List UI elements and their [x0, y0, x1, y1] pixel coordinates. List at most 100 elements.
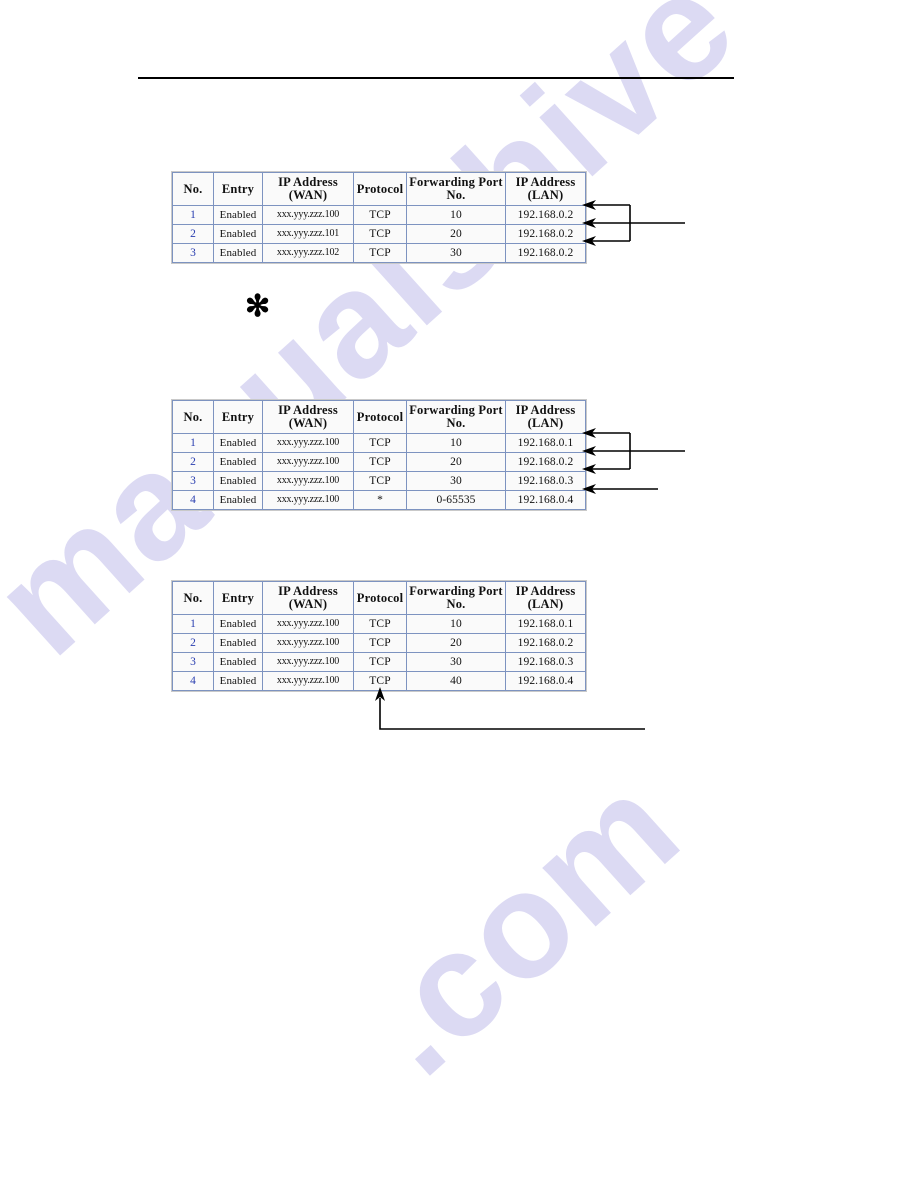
table-row: 2 Enabled xxx.yyy.zzz.100 TCP 20 192.168…: [172, 633, 586, 653]
cell-protocol: TCP: [353, 243, 407, 263]
cell-port: 20: [406, 224, 506, 244]
column-header-protocol: Protocol: [353, 400, 407, 434]
cell-ip-lan: 192.168.0.1: [505, 614, 586, 634]
cell-entry: Enabled: [213, 652, 263, 672]
column-header-protocol: Protocol: [353, 581, 407, 615]
cell-port: 30: [406, 471, 506, 491]
column-header-entry: Entry: [213, 172, 263, 206]
cell-protocol: TCP: [353, 471, 407, 491]
column-header-ip-wan-line2: (WAN): [288, 597, 328, 611]
cell-ip-wan: xxx.yyy.zzz.102: [262, 243, 354, 263]
cell-ip-lan: 192.168.0.2: [505, 205, 586, 225]
annotation-bracket-table-2: [582, 428, 685, 494]
cell-port: 40: [406, 671, 506, 691]
column-header-forwarding-port-line2: No.: [446, 416, 466, 430]
cell-ip-wan: xxx.yyy.zzz.100: [262, 433, 354, 453]
port-forwarding-table-2: No. Entry IP Address (WAN) Protocol Forw…: [172, 400, 586, 510]
annotation-bracket-table-1: [582, 200, 685, 246]
table-row: 4 Enabled xxx.yyy.zzz.100 * 0-65535 192.…: [172, 490, 586, 510]
cell-no: 3: [172, 471, 214, 491]
cell-protocol: TCP: [353, 433, 407, 453]
cell-ip-wan: xxx.yyy.zzz.100: [262, 490, 354, 510]
cell-ip-lan: 192.168.0.4: [505, 490, 586, 510]
cell-protocol: TCP: [353, 224, 407, 244]
cell-protocol: TCP: [353, 205, 407, 225]
table-row: 3 Enabled xxx.yyy.zzz.102 TCP 30 192.168…: [172, 243, 586, 263]
column-header-no: No.: [172, 581, 214, 615]
cell-ip-lan: 192.168.0.2: [505, 633, 586, 653]
column-header-ip-wan-line1: IP Address: [278, 584, 338, 598]
cell-no: 2: [172, 224, 214, 244]
cell-no: 3: [172, 243, 214, 263]
cell-no: 1: [172, 205, 214, 225]
column-header-forwarding-port-line2: No.: [446, 597, 466, 611]
cell-ip-lan: 192.168.0.3: [505, 652, 586, 672]
cell-ip-wan: xxx.yyy.zzz.100: [262, 671, 354, 691]
table-row: 4 Enabled xxx.yyy.zzz.100 TCP 40 192.168…: [172, 671, 586, 691]
column-header-forwarding-port: Forwarding Port No.: [406, 400, 506, 434]
port-forwarding-table-1: No. Entry IP Address (WAN) Protocol Forw…: [172, 172, 586, 263]
cell-no: 3: [172, 652, 214, 672]
column-header-ip-lan-line1: IP Address: [515, 403, 576, 417]
cell-ip-wan: xxx.yyy.zzz.100: [262, 614, 354, 634]
cell-port: 20: [406, 452, 506, 472]
cell-port: 10: [406, 614, 506, 634]
port-forwarding-table-3: No. Entry IP Address (WAN) Protocol Forw…: [172, 581, 586, 691]
column-header-no: No.: [172, 172, 214, 206]
watermark-text-secondary: .com: [331, 741, 710, 1107]
cell-entry: Enabled: [213, 452, 263, 472]
column-header-entry: Entry: [213, 400, 263, 434]
cell-entry: Enabled: [213, 471, 263, 491]
column-header-forwarding-port-line1: Forwarding Port: [409, 175, 503, 189]
column-header-forwarding-port-line1: Forwarding Port: [409, 403, 503, 417]
cell-ip-lan: 192.168.0.2: [505, 452, 586, 472]
table-row: 1 Enabled xxx.yyy.zzz.100 TCP 10 192.168…: [172, 433, 586, 453]
column-header-no: No.: [172, 400, 214, 434]
cell-ip-wan: xxx.yyy.zzz.101: [262, 224, 354, 244]
column-header-ip-wan: IP Address (WAN): [262, 581, 354, 615]
cell-ip-wan: xxx.yyy.zzz.100: [262, 452, 354, 472]
column-header-ip-wan-line1: IP Address: [278, 403, 338, 417]
column-header-forwarding-port: Forwarding Port No.: [406, 581, 506, 615]
cell-port: 20: [406, 633, 506, 653]
cell-entry: Enabled: [213, 490, 263, 510]
cell-port: 0-65535: [406, 490, 506, 510]
column-header-forwarding-port: Forwarding Port No.: [406, 172, 506, 206]
table-row: 1 Enabled xxx.yyy.zzz.100 TCP 10 192.168…: [172, 614, 586, 634]
table-header-row: No. Entry IP Address (WAN) Protocol Forw…: [172, 400, 586, 434]
column-header-ip-lan: IP Address (LAN): [505, 172, 586, 206]
column-header-ip-lan-line2: (LAN): [527, 416, 564, 430]
column-header-ip-wan: IP Address (WAN): [262, 172, 354, 206]
cell-entry: Enabled: [213, 205, 263, 225]
cell-no: 1: [172, 433, 214, 453]
column-header-protocol: Protocol: [353, 172, 407, 206]
table-row: 3 Enabled xxx.yyy.zzz.100 TCP 30 192.168…: [172, 652, 586, 672]
annotation-callout-table-3: [375, 687, 645, 730]
cell-ip-lan: 192.168.0.4: [505, 671, 586, 691]
cell-protocol: TCP: [353, 671, 407, 691]
column-header-ip-wan-line2: (WAN): [288, 416, 328, 430]
column-header-ip-wan-line1: IP Address: [278, 175, 338, 189]
column-header-ip-wan-line2: (WAN): [288, 188, 328, 202]
cell-protocol: TCP: [353, 633, 407, 653]
table-row: 2 Enabled xxx.yyy.zzz.100 TCP 20 192.168…: [172, 452, 586, 472]
column-header-ip-lan: IP Address (LAN): [505, 581, 586, 615]
column-header-ip-lan-line2: (LAN): [527, 188, 564, 202]
cell-ip-wan: xxx.yyy.zzz.100: [262, 471, 354, 491]
asterisk-note-marker: ✻: [245, 290, 271, 323]
column-header-forwarding-port-line1: Forwarding Port: [409, 584, 503, 598]
header-rule: [138, 77, 734, 79]
cell-entry: Enabled: [213, 671, 263, 691]
cell-ip-lan: 192.168.0.2: [505, 243, 586, 263]
cell-protocol: TCP: [353, 452, 407, 472]
cell-ip-lan: 192.168.0.3: [505, 471, 586, 491]
cell-entry: Enabled: [213, 433, 263, 453]
cell-no: 4: [172, 671, 214, 691]
cell-no: 2: [172, 633, 214, 653]
cell-ip-wan: xxx.yyy.zzz.100: [262, 633, 354, 653]
column-header-ip-lan: IP Address (LAN): [505, 400, 586, 434]
column-header-forwarding-port-line2: No.: [446, 188, 466, 202]
cell-entry: Enabled: [213, 243, 263, 263]
column-header-ip-wan: IP Address (WAN): [262, 400, 354, 434]
cell-no: 1: [172, 614, 214, 634]
